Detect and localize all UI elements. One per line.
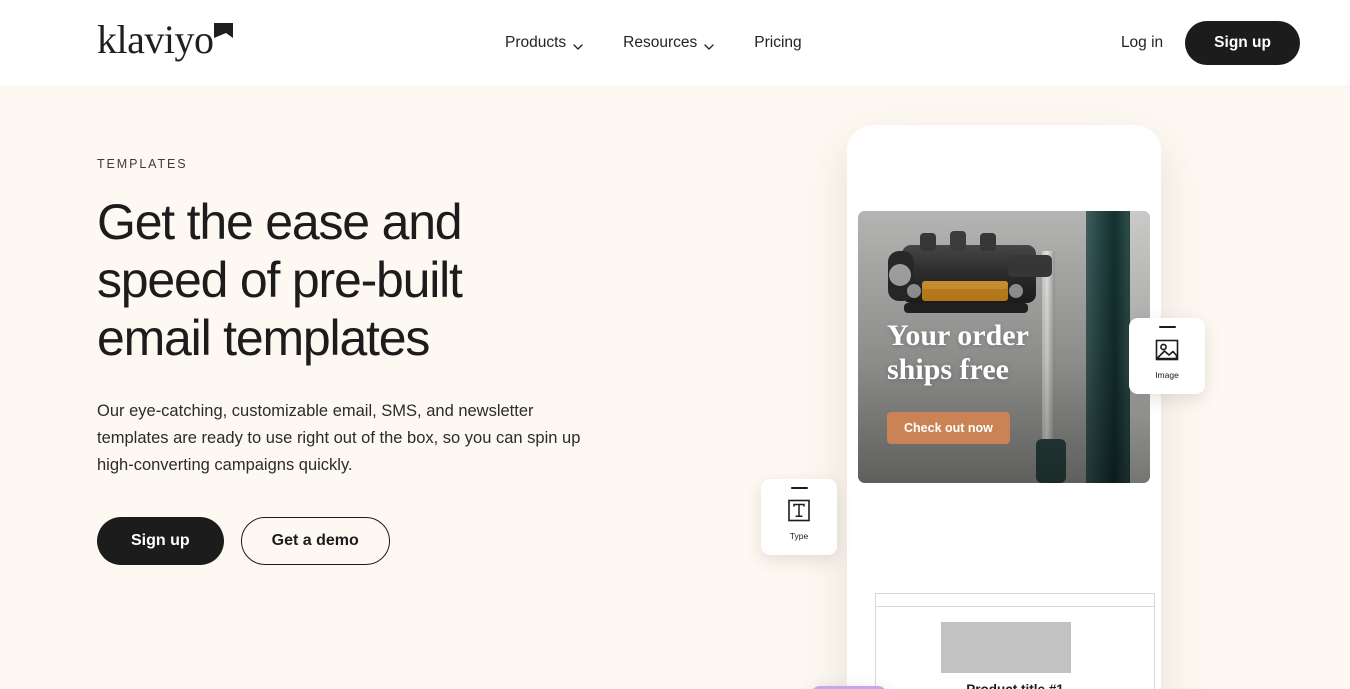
email-preview-device: Your order ships free Check out now Add …	[847, 125, 1161, 689]
header-signup-button[interactable]: Sign up	[1185, 20, 1300, 65]
nav-label-resources: Resources	[623, 33, 698, 51]
nav-item-products[interactable]: Products	[505, 34, 583, 52]
picture-icon	[1152, 335, 1182, 365]
headline-line-1: Get the ease and	[97, 194, 463, 250]
hero-signup-button[interactable]: Sign up	[97, 517, 224, 565]
text-type-icon	[784, 496, 814, 526]
email-product-block[interactable]: Product title #1 $0.00 Buy now	[875, 606, 1155, 689]
page-root: klaviyo Products Resources Pricing Log i…	[0, 0, 1350, 689]
hero-subcopy: Our eye-catching, customizable email, SM…	[97, 402, 581, 474]
page-title: Get the ease and speed of pre-built emai…	[97, 193, 527, 367]
hero-demo-button[interactable]: Get a demo	[240, 517, 390, 565]
chevron-down-icon	[704, 39, 714, 50]
headline-line-3: email templates	[97, 310, 430, 366]
nav-item-resources[interactable]: Resources	[623, 34, 714, 52]
nav-item-pricing[interactable]: Pricing	[754, 34, 801, 52]
product-title: Product title #1	[876, 682, 1154, 689]
klaviyo-logo[interactable]: klaviyo	[97, 17, 234, 62]
hero-eyebrow: TEMPLATES	[97, 157, 188, 171]
chevron-down-icon	[573, 39, 583, 50]
product-image-placeholder	[941, 622, 1071, 673]
block-label-type: Type	[789, 531, 809, 541]
logo-wordmark: klaviyo	[97, 17, 214, 62]
hero-section: TEMPLATES Get the ease and speed of pre-…	[0, 85, 1350, 689]
site-header: klaviyo Products Resources Pricing Log i…	[0, 0, 1350, 85]
nav-label-pricing: Pricing	[754, 33, 802, 51]
email-body-content: Add these products to your order Product…	[858, 211, 1155, 689]
login-link[interactable]: Log in	[1121, 34, 1163, 52]
flag-icon	[214, 23, 234, 38]
drag-handle-icon[interactable]	[790, 487, 808, 489]
hero-cta-group: Sign up Get a demo	[97, 517, 657, 565]
headline-line-2: speed of pre-built	[97, 252, 463, 308]
block-card-type[interactable]: Type	[761, 479, 837, 555]
drag-handle-icon[interactable]	[1158, 326, 1176, 328]
header-auth-group: Log in Sign up	[1121, 0, 1300, 85]
nav-label-products: Products	[505, 33, 567, 51]
hero-copy-column: TEMPLATES Get the ease and speed of pre-…	[97, 157, 657, 565]
main-nav: Products Resources Pricing	[505, 0, 802, 85]
block-card-image[interactable]: Image	[1129, 318, 1205, 394]
block-label-image: Image	[1155, 370, 1179, 380]
